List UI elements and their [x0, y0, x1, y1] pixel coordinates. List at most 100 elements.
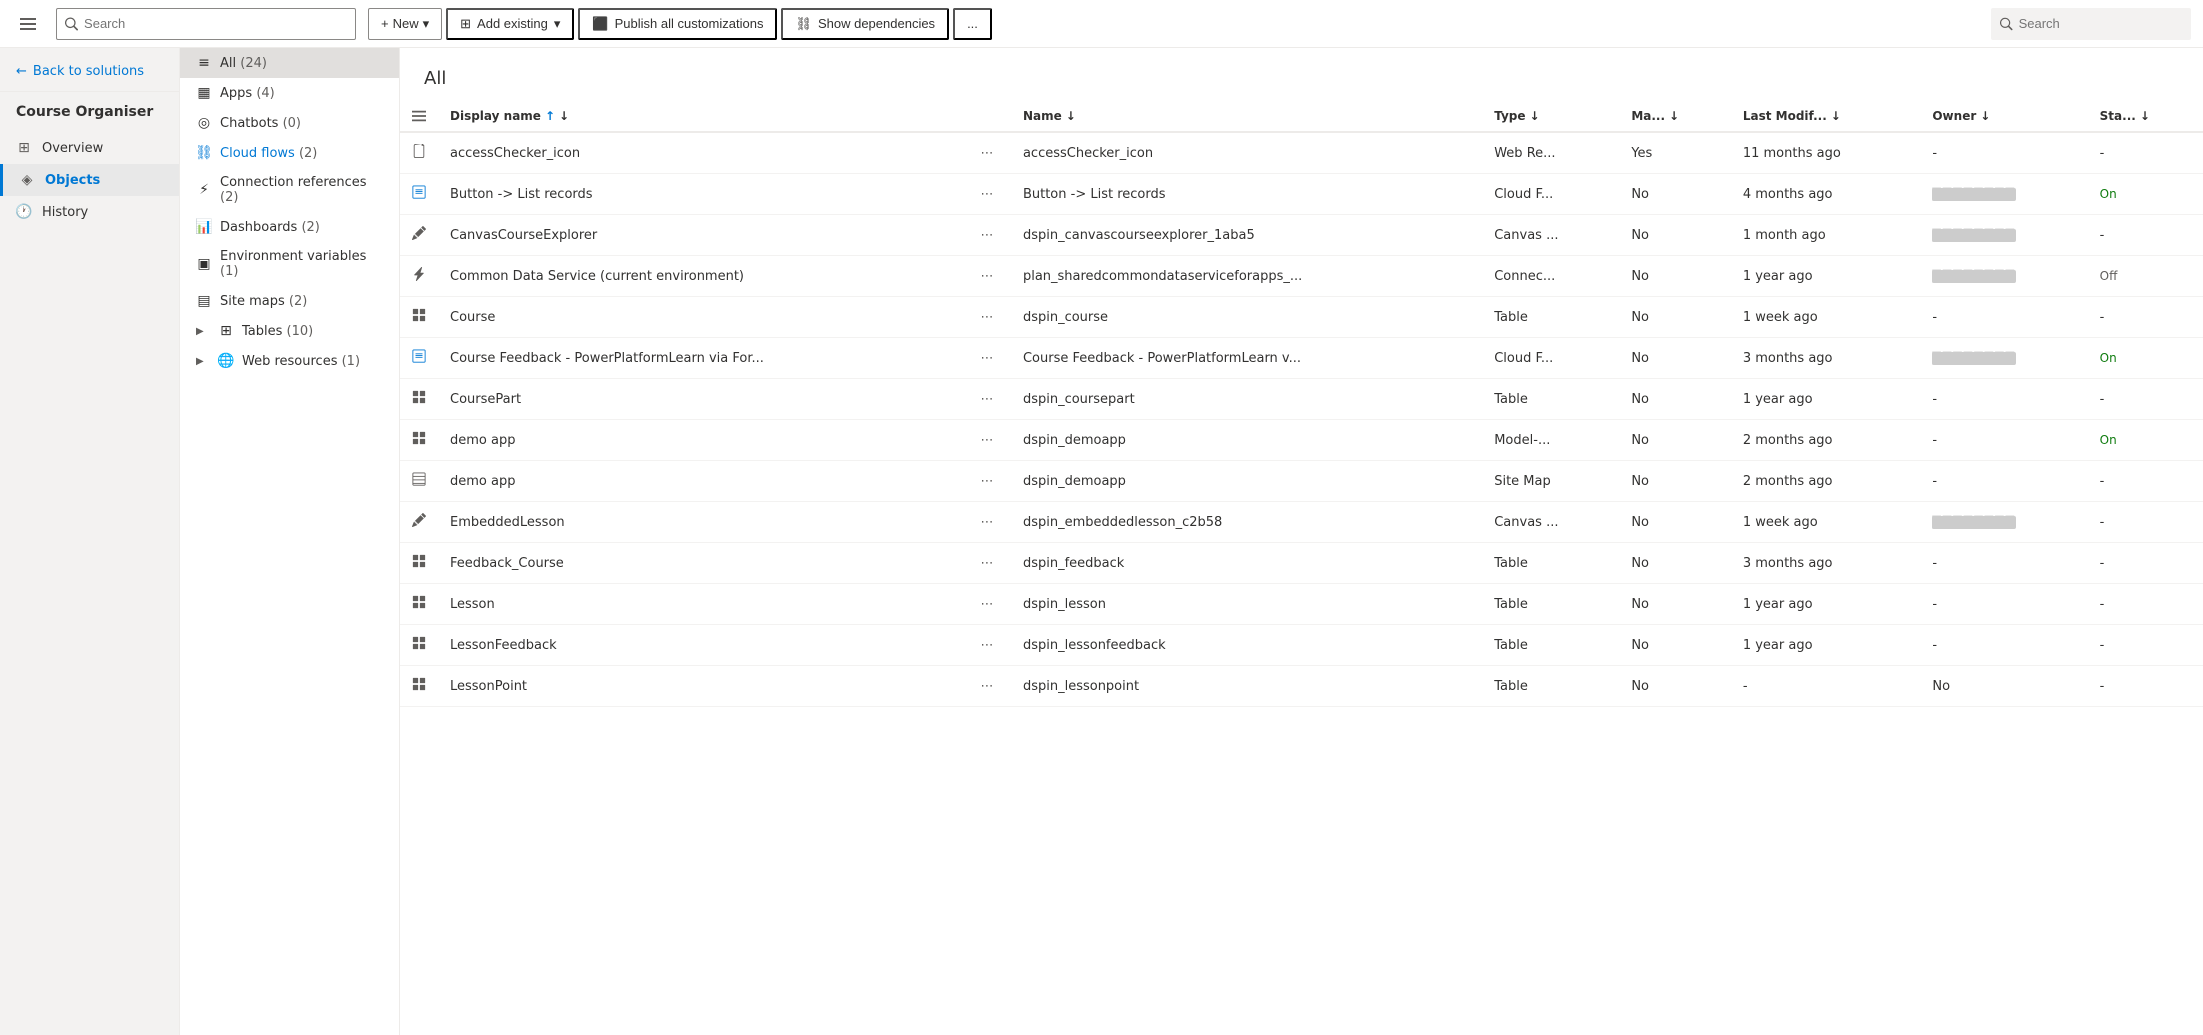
web-resources-icon: 🌐 — [218, 353, 234, 369]
tree-item-web-resources[interactable]: ▶ 🌐 Web resources (1) — [180, 346, 399, 376]
tree-item-all[interactable]: ≡ All (24) — [180, 48, 399, 78]
tree-item-dashboards[interactable]: 📊 Dashboards (2) — [180, 212, 399, 242]
row-managed: No — [1619, 215, 1731, 256]
row-more-button[interactable]: ⋯ — [975, 428, 999, 452]
table-row[interactable]: accessChecker_icon ⋯ accessChecker_icon … — [400, 132, 2203, 174]
row-icon-cell — [400, 132, 438, 174]
row-more-cell: ⋯ — [963, 666, 1011, 707]
tree-item-chatbots[interactable]: ◎ Chatbots (0) — [180, 108, 399, 138]
chatbots-icon: ◎ — [196, 115, 212, 131]
owner-redacted: ████████ — [1932, 352, 2016, 365]
table-row[interactable]: demo app ⋯ dspin_demoapp Model-... No 2 … — [400, 420, 2203, 461]
owner-value: No — [1932, 679, 1950, 694]
tree-item-site-maps[interactable]: ▤ Site maps (2) — [180, 286, 399, 316]
more-actions-button[interactable]: ... — [953, 8, 992, 40]
tree-item-cloud-flows[interactable]: ⛓ Cloud flows (2) — [180, 138, 399, 168]
row-name: dspin_embeddedlesson_c2b58 — [1011, 502, 1482, 543]
col-name-sort-icon: ↓ — [1066, 109, 1076, 123]
row-icon-cell — [400, 625, 438, 666]
row-type: Table — [1482, 543, 1619, 584]
tree-item-connection-refs[interactable]: ⚡ Connection references (2) — [180, 168, 399, 212]
sort-toggle-icon: ↓ — [559, 109, 569, 123]
hamburger-menu[interactable] — [12, 8, 44, 40]
row-more-button[interactable]: ⋯ — [975, 182, 999, 206]
row-more-button[interactable]: ⋯ — [975, 674, 999, 698]
tree-item-apps[interactable]: ▦ Apps (4) — [180, 78, 399, 108]
tree-item-env-vars[interactable]: ▣ Environment variables (1) — [180, 242, 399, 286]
row-more-button[interactable]: ⋯ — [975, 223, 999, 247]
tables-icon: ⊞ — [218, 323, 234, 339]
row-status: - — [2088, 132, 2203, 174]
status-off: Off — [2100, 269, 2118, 283]
row-owner: ████████ — [1920, 338, 2087, 379]
col-header-status[interactable]: Sta... ↓ — [2088, 101, 2203, 132]
row-more-button[interactable]: ⋯ — [975, 510, 999, 534]
row-display-name: EmbeddedLesson — [438, 502, 963, 543]
data-table-wrap[interactable]: Display name ↑ ↓ Name ↓ — [400, 101, 2203, 1035]
table-row[interactable]: CanvasCourseExplorer ⋯ dspin_canvascours… — [400, 215, 2203, 256]
publish-label: Publish all customizations — [615, 16, 764, 31]
table-row[interactable]: Common Data Service (current environment… — [400, 256, 2203, 297]
toolbar-search-input[interactable] — [84, 16, 347, 31]
overview-icon: ⊞ — [16, 140, 32, 156]
show-dependencies-button[interactable]: ⛓ Show dependencies — [781, 8, 949, 40]
status-empty: - — [2100, 679, 2105, 694]
row-name: dspin_lesson — [1011, 584, 1482, 625]
row-last-modified: 1 year ago — [1731, 625, 1921, 666]
owner-value: - — [1932, 638, 1937, 653]
table-row[interactable]: Course ⋯ dspin_course Table No 1 week ag… — [400, 297, 2203, 338]
new-button-label: New — [393, 16, 419, 31]
col-status-sort-icon: ↓ — [2140, 109, 2150, 123]
table-row[interactable]: LessonPoint ⋯ dspin_lessonpoint Table No… — [400, 666, 2203, 707]
publish-button[interactable]: ⬛ Publish all customizations — [578, 8, 777, 40]
tables-expand-icon: ▶ — [196, 326, 210, 337]
col-display-name-label: Display name — [450, 109, 541, 123]
status-on: On — [2100, 351, 2117, 365]
col-header-managed[interactable]: Ma... ↓ — [1619, 101, 1731, 132]
add-existing-button[interactable]: ⊞ Add existing ▾ — [446, 8, 574, 40]
history-label: History — [42, 205, 88, 220]
table-row[interactable]: Button -> List records ⋯ Button -> List … — [400, 174, 2203, 215]
table-row[interactable]: LessonFeedback ⋯ dspin_lessonfeedback Ta… — [400, 625, 2203, 666]
table-row[interactable]: Course Feedback - PowerPlatformLearn via… — [400, 338, 2203, 379]
row-status: - — [2088, 543, 2203, 584]
col-header-name[interactable]: Name ↓ — [1011, 101, 1482, 132]
col-header-type[interactable]: Type ↓ — [1482, 101, 1619, 132]
new-button[interactable]: + New ▾ — [368, 8, 442, 40]
row-owner: ████████ — [1920, 256, 2087, 297]
row-last-modified: 2 months ago — [1731, 420, 1921, 461]
row-more-button[interactable]: ⋯ — [975, 469, 999, 493]
row-more-button[interactable]: ⋯ — [975, 387, 999, 411]
row-name: dspin_lessonfeedback — [1011, 625, 1482, 666]
row-more-button[interactable]: ⋯ — [975, 346, 999, 370]
right-search-input[interactable] — [2019, 16, 2182, 31]
col-header-last-modified[interactable]: Last Modif... ↓ — [1731, 101, 1921, 132]
col-header-display-name[interactable]: Display name ↑ ↓ — [438, 101, 963, 132]
row-more-button[interactable]: ⋯ — [975, 592, 999, 616]
table-row[interactable]: Lesson ⋯ dspin_lesson Table No 1 year ag… — [400, 584, 2203, 625]
row-owner: - — [1920, 379, 2087, 420]
table-row[interactable]: Feedback_Course ⋯ dspin_feedback Table N… — [400, 543, 2203, 584]
col-last-modified-label: Last Modif... — [1743, 109, 1827, 123]
table-row[interactable]: demo app ⋯ dspin_demoapp Site Map No 2 m… — [400, 461, 2203, 502]
row-more-button[interactable]: ⋯ — [975, 633, 999, 657]
row-more-button[interactable]: ⋯ — [975, 141, 999, 165]
back-to-solutions-link[interactable]: ← Back to solutions — [0, 52, 179, 92]
table-row[interactable]: EmbeddedLesson ⋯ dspin_embeddedlesson_c2… — [400, 502, 2203, 543]
table-row[interactable]: CoursePart ⋯ dspin_coursepart Table No 1… — [400, 379, 2203, 420]
col-header-icon — [400, 101, 438, 132]
nav-item-history[interactable]: 🕐 History — [0, 196, 179, 228]
row-type: Cloud F... — [1482, 174, 1619, 215]
col-header-owner[interactable]: Owner ↓ — [1920, 101, 2087, 132]
tree-item-tables[interactable]: ▶ ⊞ Tables (10) — [180, 316, 399, 346]
row-name: plan_sharedcommondataserviceforapps_... — [1011, 256, 1482, 297]
nav-item-objects[interactable]: ◈ Objects — [0, 164, 179, 196]
owner-value: - — [1932, 597, 1937, 612]
row-more-button[interactable]: ⋯ — [975, 264, 999, 288]
row-more-button[interactable]: ⋯ — [975, 305, 999, 329]
row-more-button[interactable]: ⋯ — [975, 551, 999, 575]
data-table: Display name ↑ ↓ Name ↓ — [400, 101, 2203, 707]
nav-item-overview[interactable]: ⊞ Overview — [0, 132, 179, 164]
row-type: Canvas ... — [1482, 502, 1619, 543]
row-type: Canvas ... — [1482, 215, 1619, 256]
